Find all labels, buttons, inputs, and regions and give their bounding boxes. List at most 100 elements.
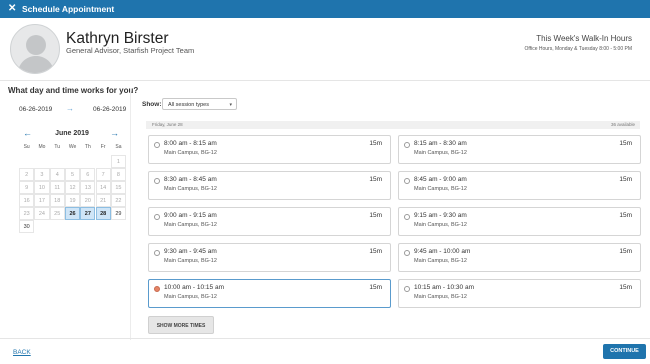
time-slot[interactable]: 10:15 am - 10:30 am Main Campus, BG-12 15m	[398, 279, 641, 308]
calendar-day[interactable]: 28	[95, 207, 111, 220]
slot-duration: 15m	[369, 176, 382, 183]
time-slot[interactable]: 9:15 am - 9:30 am Main Campus, BG-12 15m	[398, 207, 641, 236]
title-bar: ✕ Schedule Appointment	[0, 0, 650, 18]
calendar-day[interactable]: 11	[49, 181, 65, 194]
weekday-header: Th	[84, 144, 91, 150]
time-slot[interactable]: 8:45 am - 9:00 am Main Campus, BG-12 15m	[398, 171, 641, 200]
time-slot[interactable]: 10:00 am - 10:15 am Main Campus, BG-12 15m	[148, 279, 391, 308]
calendar-day[interactable]: 26	[64, 207, 81, 220]
calendar-day[interactable]: 9	[19, 181, 35, 194]
day-time-question: What day and time works for you?	[8, 86, 139, 95]
calendar-day[interactable]: 7	[95, 168, 111, 181]
session-type-value: All session types	[168, 102, 209, 108]
day-band-available: 36 available	[610, 122, 635, 127]
footer-divider	[0, 338, 650, 339]
avatar	[10, 24, 60, 74]
arrow-right-icon: →	[66, 104, 74, 113]
time-slot[interactable]: 8:00 am - 8:15 am Main Campus, BG-12 15m	[148, 135, 391, 164]
calendar-day[interactable]: 1	[110, 155, 127, 168]
date-from-field[interactable]: 06-26-2019	[19, 106, 52, 113]
time-slot[interactable]: 8:30 am - 8:45 am Main Campus, BG-12 15m	[148, 171, 391, 200]
walkin-hours-title: This Week's Walk-In Hours	[536, 34, 632, 43]
continue-button[interactable]: CONTINUE	[603, 344, 646, 359]
slot-duration: 15m	[369, 140, 382, 147]
slot-location: Main Campus, BG-12	[164, 222, 217, 228]
calendar-day[interactable]: 18	[49, 194, 65, 207]
calendar-day[interactable]: 4	[49, 168, 65, 181]
time-slot[interactable]: 9:00 am - 9:15 am Main Campus, BG-12 15m	[148, 207, 391, 236]
slot-time: 9:00 am - 9:15 am	[164, 212, 217, 219]
chevron-down-icon: ▾	[229, 102, 232, 108]
weekday-header: Fr	[100, 144, 106, 150]
show-more-times-button[interactable]: SHOW MORE TIMES	[148, 316, 214, 334]
close-icon[interactable]: ✕	[8, 0, 16, 18]
back-link[interactable]: BACK	[13, 349, 31, 356]
previous-month-icon[interactable]: ←	[23, 128, 32, 138]
calendar-day[interactable]: 2	[19, 168, 35, 181]
slot-location: Main Campus, BG-12	[164, 186, 217, 192]
dialog-title: Schedule Appointment	[22, 4, 115, 14]
calendar-day[interactable]: 23	[19, 207, 35, 220]
weekday-header: We	[68, 144, 77, 150]
slot-location: Main Campus, BG-12	[164, 294, 217, 300]
calendar-day[interactable]: 10	[34, 181, 50, 194]
radio-button[interactable]	[404, 178, 410, 184]
slot-time: 9:45 am - 10:00 am	[414, 248, 471, 255]
slot-duration: 15m	[619, 176, 632, 183]
walkin-hours-text: Office Hours, Monday & Tuesday 8:00 - 5:…	[524, 46, 632, 52]
calendar-day[interactable]: 30	[19, 220, 35, 233]
calendar-day[interactable]: 24	[34, 207, 50, 220]
calendar-day[interactable]: 5	[64, 168, 81, 181]
weekday-header: Mo	[38, 144, 46, 150]
slot-time: 8:30 am - 8:45 am	[164, 176, 217, 183]
time-slot[interactable]: 8:15 am - 8:30 am Main Campus, BG-12 15m	[398, 135, 641, 164]
radio-button[interactable]	[404, 214, 410, 220]
radio-button[interactable]	[404, 142, 410, 148]
slot-location: Main Campus, BG-12	[164, 150, 217, 156]
slot-location: Main Campus, BG-12	[414, 294, 467, 300]
calendar-day[interactable]: 14	[95, 181, 111, 194]
slot-time: 10:15 am - 10:30 am	[414, 284, 474, 291]
calendar-day[interactable]: 13	[80, 181, 96, 194]
slot-duration: 15m	[369, 248, 382, 255]
radio-button[interactable]	[154, 214, 160, 220]
column-divider	[130, 90, 131, 340]
next-month-icon[interactable]: →	[110, 128, 119, 138]
calendar-day[interactable]: 22	[110, 194, 127, 207]
radio-button[interactable]	[154, 250, 160, 256]
slot-time: 9:30 am - 9:45 am	[164, 248, 217, 255]
day-band: Friday, June 28 36 available	[146, 121, 640, 129]
calendar-day[interactable]: 17	[34, 194, 50, 207]
calendar-day[interactable]: 29	[110, 207, 127, 220]
calendar-day[interactable]: 6	[80, 168, 96, 181]
calendar-day[interactable]: 8	[110, 168, 127, 181]
calendar-day[interactable]: 27	[80, 207, 96, 220]
slot-duration: 15m	[369, 284, 382, 291]
calendar-day[interactable]: 19	[64, 194, 81, 207]
slot-location: Main Campus, BG-12	[414, 186, 467, 192]
time-slot[interactable]: 9:45 am - 10:00 am Main Campus, BG-12 15m	[398, 243, 641, 272]
calendar-day[interactable]: 16	[19, 194, 35, 207]
calendar-day[interactable]: 25	[49, 207, 65, 220]
time-slot[interactable]: 9:30 am - 9:45 am Main Campus, BG-12 15m	[148, 243, 391, 272]
day-band-date: Friday, June 28	[152, 122, 183, 127]
radio-button[interactable]	[404, 286, 410, 292]
slot-time: 8:00 am - 8:15 am	[164, 140, 217, 147]
slot-duration: 15m	[619, 248, 632, 255]
weekday-header: Sa	[115, 144, 122, 150]
calendar-day[interactable]: 15	[110, 181, 127, 194]
calendar-day[interactable]: 3	[34, 168, 50, 181]
slot-time: 8:15 am - 8:30 am	[414, 140, 467, 147]
slot-duration: 15m	[619, 284, 632, 291]
advisor-title: General Advisor, Starfish Project Team	[66, 46, 195, 55]
radio-button[interactable]	[154, 178, 160, 184]
radio-button[interactable]	[154, 142, 160, 148]
session-type-select[interactable]: All session types ▾	[162, 98, 237, 110]
calendar-day[interactable]: 20	[80, 194, 96, 207]
radio-button[interactable]	[154, 286, 160, 292]
calendar-day[interactable]: 12	[64, 181, 81, 194]
calendar-day[interactable]: 21	[95, 194, 111, 207]
show-filter-label: Show:	[142, 101, 162, 108]
radio-button[interactable]	[404, 250, 410, 256]
date-to-field[interactable]: 06-26-2019	[93, 106, 126, 113]
